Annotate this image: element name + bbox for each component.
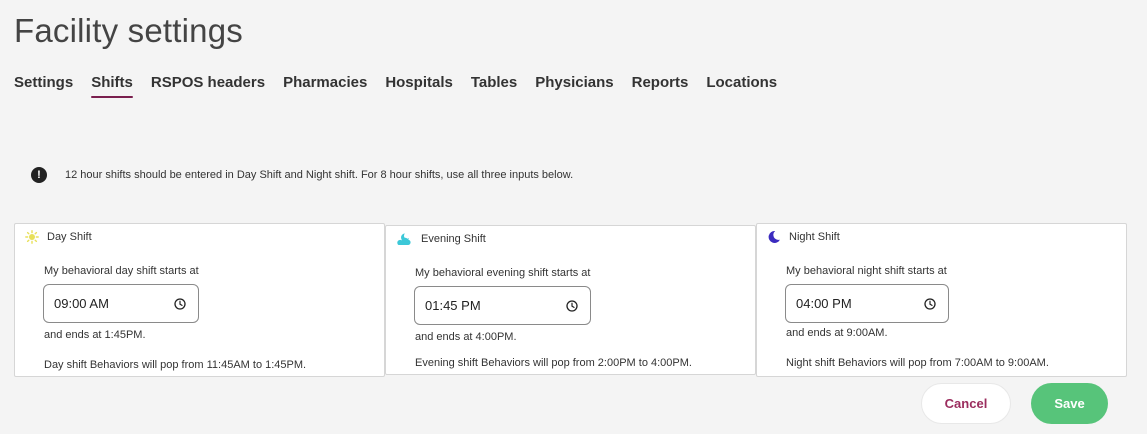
notice-text: 12 hour shifts should be entered in Day … <box>65 169 574 181</box>
day-shift-ends-text: and ends at 1:45PM. <box>44 329 146 341</box>
night-shift-behaviors-note: Night shift Behaviors will pop from 7:00… <box>786 357 1049 369</box>
clock-icon[interactable] <box>924 297 936 310</box>
tab-rspos-headers[interactable]: RSPOS headers <box>151 74 265 98</box>
exclamation-icon: ! <box>31 167 47 183</box>
evening-shift-start-label: My behavioral evening shift starts at <box>415 267 591 279</box>
tab-physicians[interactable]: Physicians <box>535 74 613 98</box>
tab-settings[interactable]: Settings <box>14 74 73 98</box>
evening-shift-title: Evening Shift <box>421 233 486 245</box>
day-shift-start-time-input[interactable]: 09:00 AM <box>43 284 199 323</box>
night-shift-start-label: My behavioral night shift starts at <box>786 265 947 277</box>
day-shift-start-time-value: 09:00 AM <box>54 296 109 311</box>
tab-locations[interactable]: Locations <box>706 74 777 98</box>
night-shift-ends-text: and ends at 9:00AM. <box>786 327 888 339</box>
tab-tables[interactable]: Tables <box>471 74 517 98</box>
tab-bar: Settings Shifts RSPOS headers Pharmacies… <box>14 74 795 98</box>
cancel-button[interactable]: Cancel <box>921 383 1011 424</box>
day-shift-title: Day Shift <box>47 231 92 243</box>
clock-icon[interactable] <box>174 297 186 310</box>
tab-shifts[interactable]: Shifts <box>91 74 133 98</box>
save-button[interactable]: Save <box>1031 383 1108 424</box>
night-shift-card: Night Shift My behavioral night shift st… <box>756 223 1127 377</box>
night-shift-start-time-value: 04:00 PM <box>796 296 852 311</box>
facility-settings-page: Facility settings Settings Shifts RSPOS … <box>0 0 1147 434</box>
day-shift-behaviors-note: Day shift Behaviors will pop from 11:45A… <box>44 359 307 371</box>
day-shift-start-label: My behavioral day shift starts at <box>44 265 199 277</box>
day-shift-header: Day Shift <box>25 230 92 244</box>
clock-icon[interactable] <box>566 299 578 312</box>
evening-shift-header: Evening Shift <box>396 232 486 246</box>
night-shift-title: Night Shift <box>789 231 840 243</box>
evening-shift-start-time-input[interactable]: 01:45 PM <box>414 286 591 325</box>
night-shift-start-time-input[interactable]: 04:00 PM <box>785 284 949 323</box>
evening-shift-behaviors-note: Evening shift Behaviors will pop from 2:… <box>415 357 692 369</box>
evening-shift-start-time-value: 01:45 PM <box>425 298 481 313</box>
night-shift-header: Night Shift <box>767 230 840 244</box>
shift-notice: ! 12 hour shifts should be entered in Da… <box>31 167 573 183</box>
tab-hospitals[interactable]: Hospitals <box>385 74 453 98</box>
tab-reports[interactable]: Reports <box>632 74 689 98</box>
cloud-moon-icon <box>396 232 413 246</box>
page-title: Facility settings <box>14 12 243 49</box>
tab-pharmacies[interactable]: Pharmacies <box>283 74 367 98</box>
day-shift-card: Day Shift My behavioral day shift starts… <box>14 223 385 377</box>
evening-shift-card: Evening Shift My behavioral evening shif… <box>385 225 756 375</box>
evening-shift-ends-text: and ends at 4:00PM. <box>415 331 517 343</box>
moon-icon <box>767 230 781 244</box>
sun-icon <box>25 230 39 244</box>
